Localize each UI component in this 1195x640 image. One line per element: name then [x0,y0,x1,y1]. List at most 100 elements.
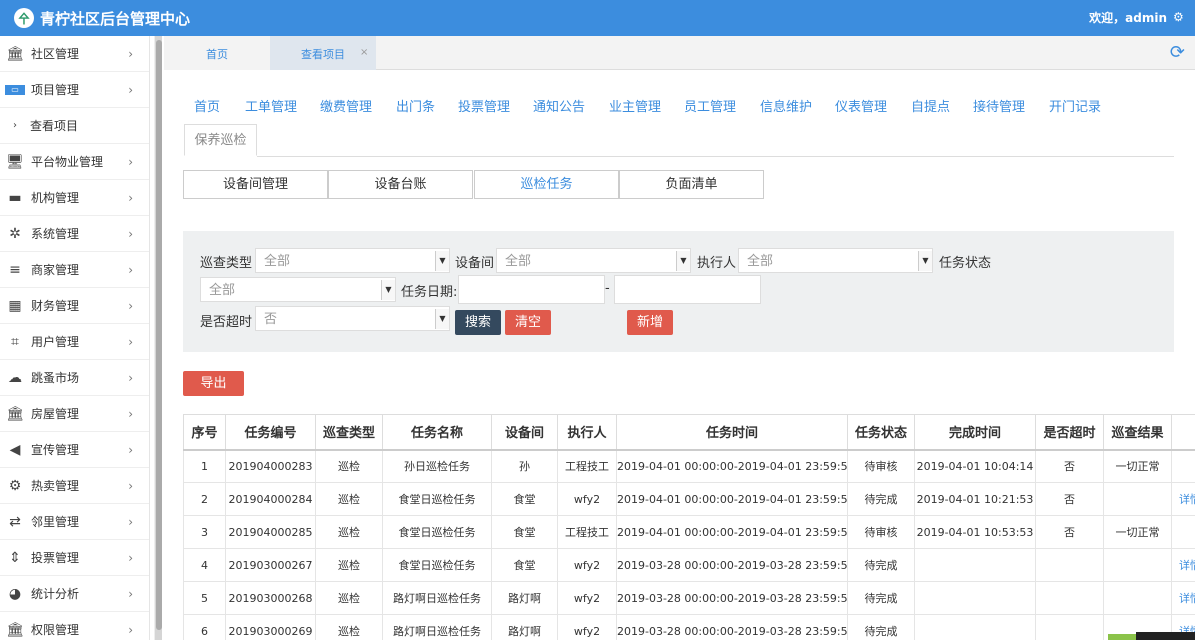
sidebar-item-16[interactable]: 🏛 权限管理 › [0,612,149,640]
module-link-12[interactable]: 开门记录 [1049,96,1101,115]
date-start-input[interactable] [458,275,605,304]
overtime-select[interactable]: 否 ▼ [255,306,450,331]
search-button[interactable]: 搜索 [455,310,501,335]
module-link-2[interactable]: 缴费管理 [320,96,372,115]
executor-select[interactable]: 全部 ▼ [738,248,933,273]
sidebar-item-10[interactable]: 🏛 房屋管理 › [0,396,149,432]
sort-icon: ⇕ [9,549,21,566]
sidebar-item-2[interactable]: › 查看项目 [0,108,149,144]
module-divider [257,156,1174,157]
table-cell: 1 [183,449,226,483]
chevron-right-icon: › [128,46,133,61]
sidebar-item-13[interactable]: ⇄ 邻里管理 › [0,504,149,540]
table-cell: 3 [183,515,226,549]
module-link-6[interactable]: 业主管理 [609,96,661,115]
sidebar-item-1[interactable]: ▭ 项目管理 › [0,72,149,108]
module-link-8[interactable]: 信息维护 [760,96,812,115]
chevron-right-icon: › [128,442,133,457]
detail-link[interactable]: 详情 [1171,581,1195,615]
app-title: 青柠社区后台管理中心 [40,9,191,28]
table-cell: 201904000284 [225,482,316,516]
detail-link[interactable]: 详情 [1171,482,1195,516]
welcome-user[interactable]: 欢迎，admin [1089,0,1167,36]
gear-icon[interactable]: ⚙ [1173,11,1185,23]
sidebar-item-label: 用户管理 [31,335,80,349]
sidebar-item-label: 查看项目 [30,119,79,133]
chevron-right-icon: › [128,514,133,529]
sidebar-item-15[interactable]: ◕ 统计分析 › [0,576,149,612]
module-link-7[interactable]: 员工管理 [684,96,736,115]
building-icon: 🏛 [6,45,24,62]
table-cell: wfy2 [557,581,617,615]
clear-button[interactable]: 清空 [505,310,551,335]
chevron-down-icon: ▼ [435,251,449,271]
module-link-9[interactable]: 仪表管理 [835,96,887,115]
caret-right-icon: › [13,120,17,131]
table-row: 6 201903000269 巡检 路灯啊日巡检任务 路灯啊 wfy2 2019-03-28… [183,614,1195,640]
column-header: 巡查类型 [315,414,383,451]
tab-close-icon[interactable]: × [360,47,368,58]
sidebar-item-5[interactable]: ✲ 系统管理 › [0,216,149,252]
detail-link[interactable]: 详情 [1171,548,1195,582]
sidebar-item-12[interactable]: ⚙ 热卖管理 › [0,468,149,504]
sidebar-item-14[interactable]: ⇕ 投票管理 › [0,540,149,576]
chevron-right-icon: › [128,370,133,385]
table-cell: 一切正常 [1103,515,1172,549]
subtab-negative-list[interactable]: 负面清单 [619,170,764,199]
add-button[interactable]: 新增 [627,310,673,335]
status-select[interactable]: 全部 ▼ [200,277,396,302]
tab-home[interactable]: 首页 [164,36,270,70]
sidebar-item-4[interactable]: ▬ 机构管理 › [0,180,149,216]
module-link-4[interactable]: 投票管理 [458,96,510,115]
table-cell: 孙日巡检任务 [382,449,492,483]
subtab-equipment-ledger[interactable]: 设备台账 [328,170,473,199]
sidebar-scrollbar[interactable] [154,36,162,640]
table-cell: 否 [1035,482,1104,516]
sidebar-item-label: 宣传管理 [31,443,80,457]
sidebar-item-8[interactable]: ⌗ 用户管理 › [0,324,149,360]
chevron-right-icon: › [128,154,133,169]
subtab-room-management[interactable]: 设备间管理 [183,170,328,199]
module-link-10[interactable]: 自提点 [911,96,950,115]
module-link-1[interactable]: 工单管理 [245,96,297,115]
module-link-5[interactable]: 通知公告 [533,96,585,115]
refresh-icon[interactable]: ⟳ [1170,42,1185,63]
column-header: 完成时间 [914,414,1036,451]
sidebar-item-0[interactable]: 🏛 社区管理 › [0,36,149,72]
table-cell: 5 [183,581,226,615]
table-cell: 路灯啊 [491,581,558,615]
table-row: 5 201903000268 巡检 路灯啊日巡检任务 路灯啊 wfy2 2019-03-28… [183,581,1195,615]
status-indicator [1108,634,1136,640]
sidebar-item-label: 跳蚤市场 [31,371,80,385]
sidebar-item-7[interactable]: ▦ 财务管理 › [0,288,149,324]
date-label: 任务日期: [401,285,458,300]
chevron-right-icon: › [128,190,133,205]
sidebar-item-3[interactable]: 🖥 平台物业管理 › [0,144,149,180]
sidebar-item-6[interactable]: ≡ 商家管理 › [0,252,149,288]
sidebar-item-11[interactable]: ◀ 宣传管理 › [0,432,149,468]
table-cell [914,581,1036,615]
module-link-3[interactable]: 出门条 [396,96,435,115]
column-header: 序号 [183,414,226,451]
type-select[interactable]: 全部 ▼ [255,248,450,273]
table-cell: 食堂日巡检任务 [382,548,492,582]
subtab-inspection-task[interactable]: 巡检任务 [474,170,619,199]
chevron-right-icon: › [128,298,133,313]
room-select[interactable]: 全部 ▼ [496,248,691,273]
stripe-icon: ▬ [8,189,22,206]
table-cell: wfy2 [557,482,617,516]
calculator-icon: ▦ [8,297,22,314]
sidebar-item-9[interactable]: ☁ 跳蚤市场 › [0,360,149,396]
module-tab-maintenance[interactable]: 保养巡检 [184,124,257,156]
table-cell: 工程技工 [557,449,617,483]
status-label: 任务状态 [939,256,992,271]
scrollbar-thumb[interactable] [156,40,162,630]
table-cell: 2019-04-01 10:53:53 [914,515,1036,549]
table-cell: 待完成 [847,548,915,582]
date-end-input[interactable] [614,275,761,304]
corner-overlay [1136,632,1195,640]
sidebar-item-label: 房屋管理 [31,407,80,421]
module-link-0[interactable]: 首页 [194,96,220,115]
module-link-11[interactable]: 接待管理 [973,96,1025,115]
export-button[interactable]: 导出 [183,371,244,396]
